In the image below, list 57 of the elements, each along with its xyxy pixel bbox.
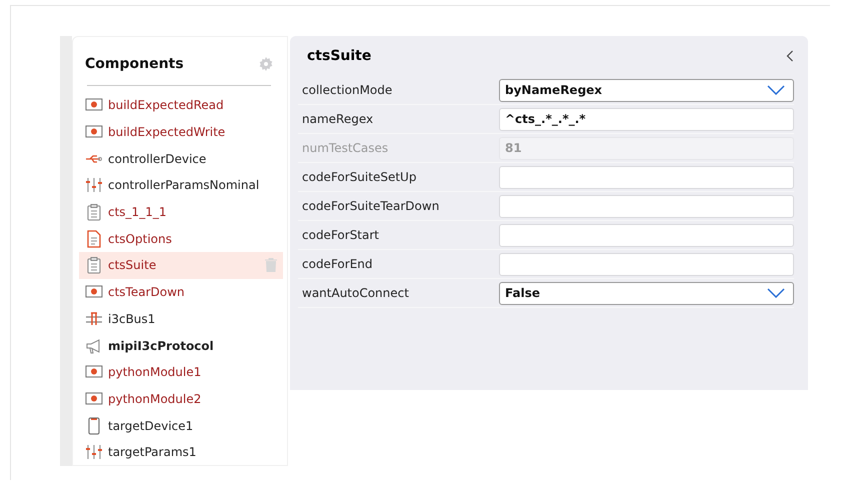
document-icon — [85, 230, 103, 248]
item-label: buildExpectedWrite — [108, 125, 226, 140]
component-item[interactable]: controllerParamsNominal — [79, 172, 283, 199]
property-label: wantAutoConnect — [301, 286, 410, 300]
component-item[interactable]: controllerDevice — [79, 145, 283, 172]
component-item[interactable]: mipiI3cProtocol — [79, 332, 283, 359]
component-item[interactable]: buildExpectedRead — [79, 92, 283, 119]
panel-title: Components — [85, 56, 184, 72]
chevron-down-icon — [767, 288, 785, 298]
item-label: controllerParamsNominal — [108, 178, 260, 192]
component-item[interactable]: i3cBus1 — [79, 306, 283, 332]
clipboard-icon — [85, 203, 103, 222]
component-item[interactable]: ctsTearDown — [79, 278, 283, 306]
item-label: i3cBus1 — [108, 312, 156, 326]
item-label: controllerDevice — [108, 152, 208, 166]
input-field[interactable]: ^cts_.*_.*_.* — [499, 108, 794, 130]
item-label: pythonModule1 — [108, 365, 202, 380]
clipboard-icon — [85, 256, 103, 274]
dropdown[interactable]: byNameRegex — [499, 78, 794, 102]
dropdown[interactable]: False — [499, 282, 794, 304]
sliders-icon — [85, 443, 103, 462]
item-label: ctsTearDown — [108, 285, 186, 300]
item-label: ctsSuite — [108, 258, 158, 272]
item-label: targetParams1 — [108, 445, 198, 460]
component-item[interactable]: targetParams1 — [79, 438, 283, 466]
item-label: pythonModule2 — [108, 392, 202, 406]
component-item[interactable]: ctsSuite — [79, 252, 283, 279]
panel-title: ctsSuite — [307, 48, 372, 64]
input-field[interactable] — [499, 252, 794, 276]
property-label: numTestCases — [301, 141, 390, 155]
property-label: codeForStart — [301, 228, 380, 242]
property-label: codeForEnd — [301, 257, 374, 271]
item-label: cts_1_1_1 — [108, 205, 168, 220]
collapse-icon[interactable] — [786, 50, 794, 62]
component-item[interactable]: targetDevice1 — [79, 412, 283, 439]
item-label: buildExpectedRead — [108, 98, 225, 112]
property-label: nameRegex — [301, 112, 374, 126]
property-label: collectionMode — [301, 83, 394, 97]
input-field[interactable] — [499, 224, 794, 246]
bus-icon — [85, 310, 103, 328]
component-item[interactable]: ctsOptions — [79, 225, 283, 252]
property-label: codeForSuiteSetUp — [301, 170, 418, 184]
chevron-down-icon — [767, 85, 785, 95]
input-field[interactable] — [499, 194, 794, 218]
item-label: ctsOptions — [108, 232, 173, 246]
property-label: codeForSuiteTearDown — [301, 199, 440, 213]
input-field[interactable] — [499, 166, 794, 188]
item-label: targetDevice1 — [108, 418, 194, 433]
settings-icon[interactable] — [259, 57, 273, 71]
sliders-icon — [85, 176, 103, 194]
component-item[interactable]: pythonModule2 — [79, 386, 283, 412]
component-item[interactable]: cts_1_1_1 — [79, 198, 283, 226]
delete-icon[interactable] — [265, 258, 277, 272]
item-label: mipiI3cProtocol — [108, 338, 215, 353]
component-item[interactable]: pythonModule1 — [79, 358, 283, 386]
input-field: 81 — [499, 136, 794, 160]
component-item[interactable]: buildExpectedWrite — [79, 118, 283, 146]
